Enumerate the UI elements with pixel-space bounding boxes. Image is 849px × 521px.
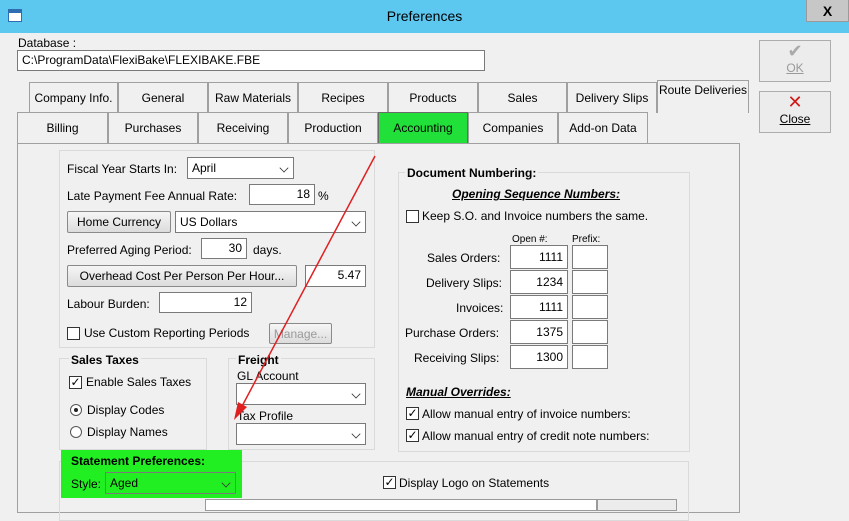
annotation-arrow-line xyxy=(239,155,376,411)
annotation-arrow xyxy=(234,155,376,420)
annotation-arrowhead xyxy=(234,402,247,420)
